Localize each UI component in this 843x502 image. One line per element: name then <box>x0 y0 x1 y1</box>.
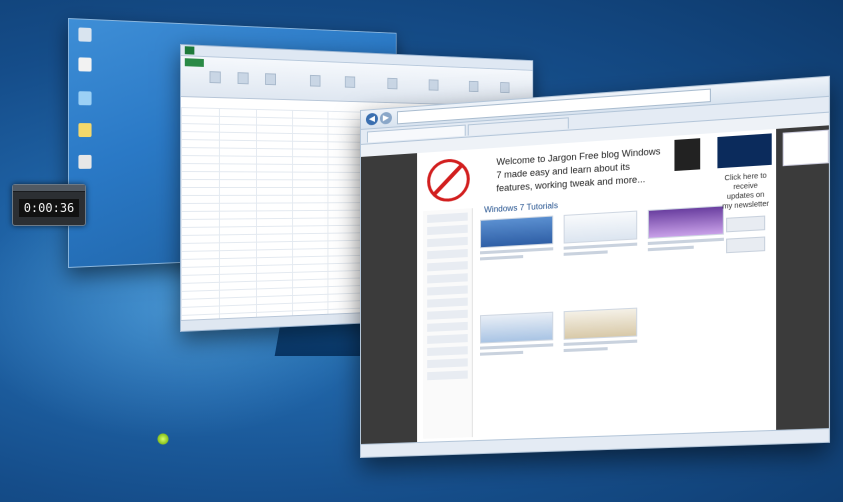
feed-button[interactable] <box>726 236 766 254</box>
bold-icon[interactable] <box>265 73 276 86</box>
number-format-icon[interactable] <box>344 76 356 88</box>
forward-icon[interactable]: ▶ <box>379 111 392 125</box>
sidebar-link[interactable] <box>427 212 468 224</box>
sidebar-link[interactable] <box>427 236 468 248</box>
article-text-line <box>648 245 694 252</box>
paste-icon[interactable] <box>209 71 221 84</box>
welcome-text: Welcome to Jargon Free blog Windows 7 ma… <box>496 146 661 194</box>
excel-logo-icon <box>184 46 195 55</box>
article-card[interactable] <box>480 215 553 308</box>
article-grid <box>480 205 724 402</box>
newsletter-text[interactable]: Click here to receive updates on my news… <box>722 171 770 212</box>
sidebar-link[interactable] <box>427 334 468 344</box>
article-title-line <box>648 237 724 246</box>
article-thumbnail[interactable] <box>480 215 553 249</box>
ad-banner[interactable] <box>717 133 772 169</box>
network-icon[interactable] <box>78 91 92 106</box>
article-title-line <box>480 343 553 350</box>
article-card[interactable] <box>648 205 724 298</box>
jargon-logo-icon[interactable] <box>427 157 470 203</box>
article-text-line <box>563 250 608 256</box>
styles-icon[interactable] <box>387 77 398 90</box>
article-card[interactable] <box>563 210 638 303</box>
file-tab[interactable] <box>184 58 204 67</box>
left-sidebar <box>423 208 473 439</box>
article-text-line <box>480 350 524 356</box>
sidebar-link[interactable] <box>427 358 468 369</box>
recycle-bin-icon[interactable] <box>78 57 92 72</box>
article-title-line <box>563 339 638 346</box>
subscribe-button[interactable] <box>726 215 766 233</box>
insert-icon[interactable] <box>428 79 439 91</box>
sidebar-link[interactable] <box>427 273 468 284</box>
sidebar-link[interactable] <box>427 261 468 272</box>
folder-icon[interactable] <box>78 123 92 138</box>
align-icon[interactable] <box>309 74 321 87</box>
sidebar-link[interactable] <box>427 248 468 260</box>
sidebar-link[interactable] <box>427 297 468 308</box>
article-card[interactable] <box>563 307 638 400</box>
sidebar-link[interactable] <box>427 309 468 320</box>
sidebar-link[interactable] <box>427 321 468 332</box>
sidebar-link[interactable] <box>427 346 468 357</box>
timer-titlebar <box>13 185 85 192</box>
article-thumbnail[interactable] <box>563 307 638 340</box>
back-icon[interactable]: ◀ <box>365 112 378 126</box>
ad-banner[interactable] <box>674 138 701 172</box>
article-title-line <box>563 242 638 250</box>
page-content: Welcome to Jargon Free blog Windows 7 ma… <box>417 128 829 444</box>
file-icon[interactable] <box>78 154 92 169</box>
browser-window[interactable]: ◀ ▶ Welcome to Jargon Free blog Windows … <box>360 75 831 458</box>
article-thumbnail[interactable] <box>480 311 553 344</box>
article-text-line <box>480 254 524 261</box>
sidebar-link[interactable] <box>427 370 468 381</box>
sort-icon[interactable] <box>468 80 479 93</box>
recording-timer: 0:00:36 <box>12 184 86 226</box>
breadcrumb[interactable]: Windows 7 Tutorials <box>484 201 558 215</box>
article-card[interactable] <box>480 311 553 403</box>
right-sidebar: Click here to receive updates on my news… <box>722 171 770 422</box>
find-icon[interactable] <box>500 82 510 94</box>
web-page: Welcome to Jargon Free blog Windows 7 ma… <box>360 125 829 445</box>
article-thumbnail[interactable] <box>648 205 724 239</box>
article-title-line <box>480 247 553 255</box>
timer-value: 0:00:36 <box>19 199 79 217</box>
sidebar-link[interactable] <box>427 224 468 236</box>
cursor-highlight <box>157 433 169 445</box>
font-icon[interactable] <box>237 72 249 85</box>
computer-icon[interactable] <box>78 27 92 42</box>
ad-banner[interactable] <box>782 129 829 167</box>
article-thumbnail[interactable] <box>563 210 638 244</box>
sidebar-link[interactable] <box>427 285 468 296</box>
article-text-line <box>563 347 608 353</box>
